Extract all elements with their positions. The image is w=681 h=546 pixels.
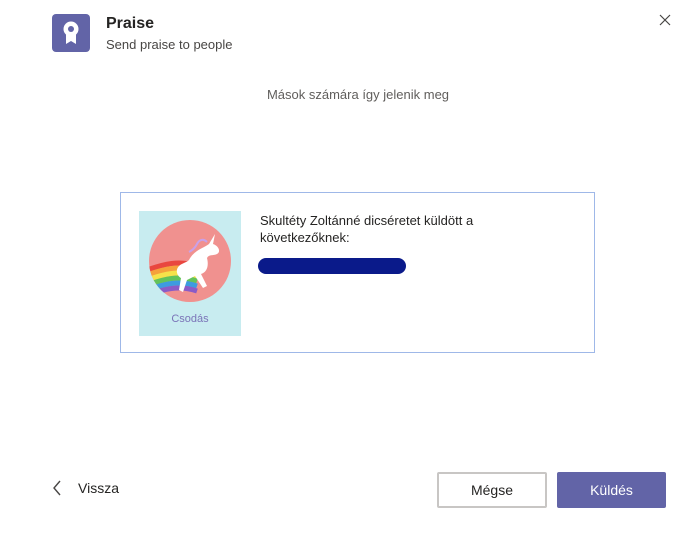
close-icon: [659, 14, 671, 26]
back-button[interactable]: Vissza: [52, 480, 119, 496]
dialog-subtitle: Send praise to people: [106, 37, 233, 52]
redacted-recipients: [258, 258, 406, 274]
send-button[interactable]: Küldés: [557, 472, 666, 508]
praise-app-icon: [52, 14, 90, 52]
cancel-button[interactable]: Mégse: [437, 472, 547, 508]
chevron-left-icon: [53, 480, 61, 496]
badge-circle: [149, 220, 231, 302]
praise-message: Skultéty Zoltánné dicséretet küldött a k…: [260, 213, 474, 245]
back-label: Vissza: [78, 480, 119, 496]
praise-badge: Csodás: [139, 211, 241, 336]
praise-preview-card: Csodás Skultéty Zoltánné dicséretet küld…: [120, 192, 595, 353]
close-button[interactable]: [655, 10, 675, 30]
badge-label: Csodás: [171, 313, 209, 325]
preview-caption: Mások számára így jelenik meg: [266, 87, 450, 102]
ribbon-badge-icon: [63, 21, 79, 44]
dialog-title: Praise: [106, 15, 155, 32]
unicorn-rainbow-icon: [149, 234, 220, 297]
